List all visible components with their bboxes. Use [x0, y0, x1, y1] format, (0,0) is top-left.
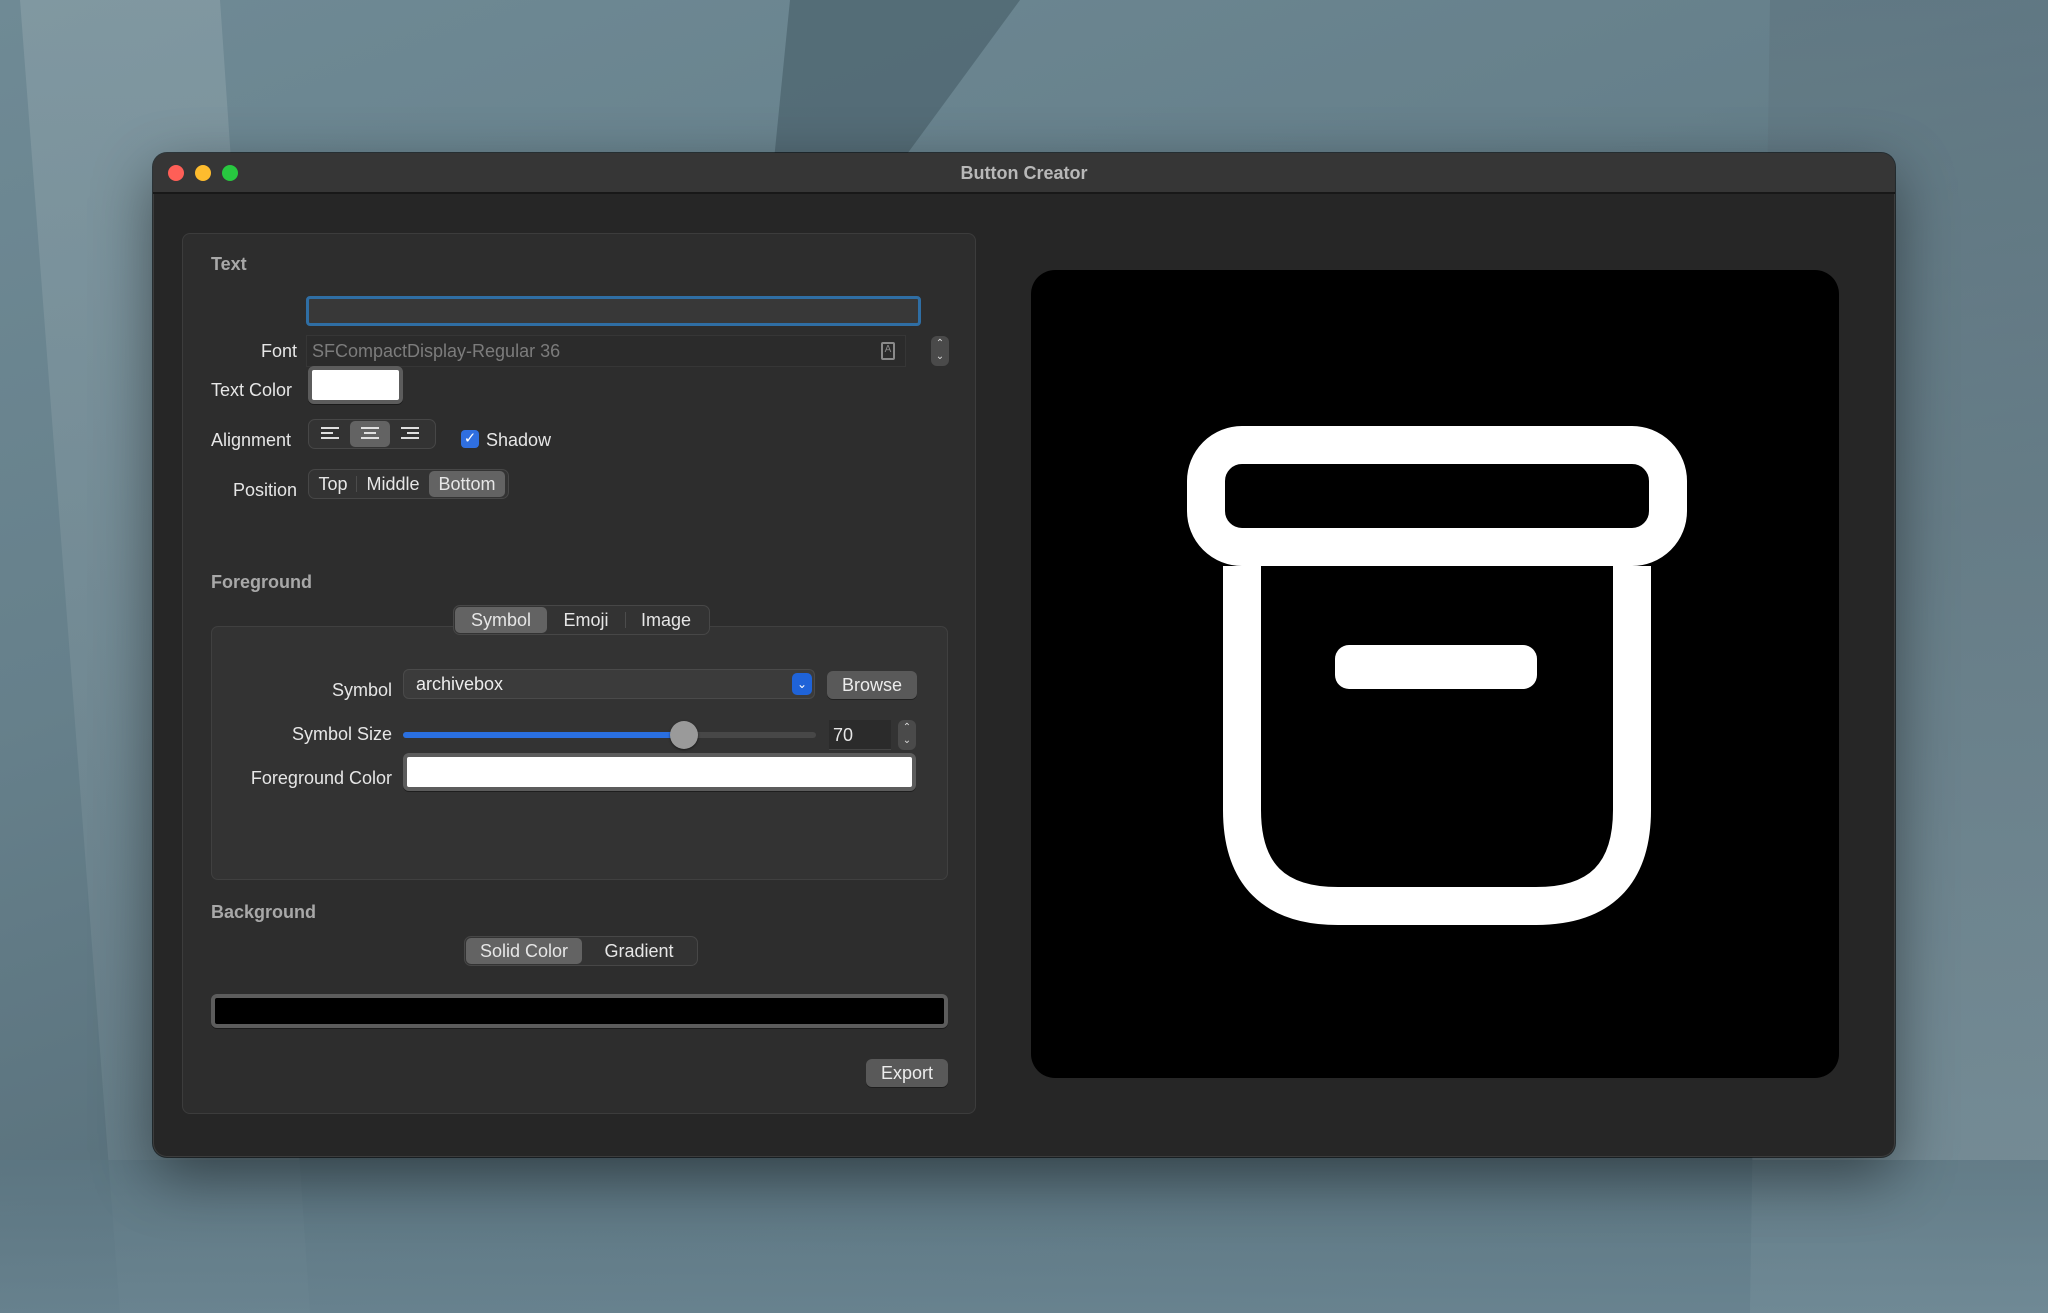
foreground-color-label: Foreground Color	[250, 768, 392, 788]
text-color-label: Text Color	[211, 380, 293, 400]
tab-image[interactable]: Image	[626, 607, 706, 633]
position-label: Position	[232, 480, 297, 500]
font-book-icon[interactable]: A	[881, 342, 895, 360]
text-input[interactable]	[306, 296, 921, 326]
align-center-button[interactable]	[350, 421, 390, 447]
tab-solid-color[interactable]: Solid Color	[466, 938, 582, 964]
position-middle-button[interactable]: Middle	[357, 471, 429, 497]
foreground-section-heading: Foreground	[211, 572, 312, 592]
align-right-button[interactable]	[390, 421, 430, 447]
settings-panel: Text Font SFCompactDisplay-Regular 36 A …	[182, 233, 976, 1114]
position-top-button[interactable]: Top	[310, 471, 356, 497]
chevron-down-icon: ⌄	[792, 673, 812, 695]
background-tabs[interactable]: Solid Color Gradient	[464, 936, 698, 966]
position-bottom-button[interactable]: Bottom	[429, 471, 505, 497]
export-button[interactable]: Export	[866, 1059, 948, 1087]
foreground-color-well[interactable]	[403, 753, 916, 791]
foreground-group-box: Symbol archivebox ⌄ Browse Symbol Size 7…	[211, 626, 948, 880]
symbol-size-slider[interactable]	[403, 721, 816, 749]
symbol-size-field[interactable]: 70	[829, 720, 891, 750]
stepper-up-icon[interactable]: ⌃	[898, 721, 916, 734]
font-field[interactable]: SFCompactDisplay-Regular 36 A	[306, 335, 906, 367]
wallpaper-shape	[0, 1160, 2048, 1313]
stepper-down-icon[interactable]: ⌄	[898, 734, 916, 747]
slider-knob[interactable]	[669, 721, 698, 749]
title-bar[interactable]: Button Creator	[153, 153, 1895, 194]
background-color-well[interactable]	[211, 994, 948, 1028]
archivebox-icon	[1187, 426, 1687, 925]
align-center-icon	[361, 427, 379, 441]
align-right-icon	[401, 427, 419, 441]
symbol-label: Symbol	[331, 680, 392, 700]
foreground-tabs[interactable]: Symbol Emoji Image	[453, 605, 710, 635]
checkmark-icon: ✓	[463, 430, 477, 447]
stepper-up-icon[interactable]: ⌃	[931, 337, 949, 350]
text-section-heading: Text	[211, 254, 247, 274]
app-window: Button Creator Text Font SFCompactDispla…	[153, 153, 1895, 1157]
background-section-heading: Background	[211, 902, 317, 922]
align-left-icon	[321, 427, 339, 441]
font-value: SFCompactDisplay-Regular 36	[312, 341, 561, 361]
shadow-label[interactable]: Shadow	[486, 430, 551, 451]
tab-gradient[interactable]: Gradient	[582, 938, 696, 964]
tab-symbol[interactable]: Symbol	[455, 607, 547, 633]
text-color-well[interactable]	[308, 366, 403, 404]
stepper-down-icon[interactable]: ⌄	[931, 350, 949, 363]
font-size-stepper[interactable]: ⌃ ⌄	[931, 336, 949, 366]
browse-button[interactable]: Browse	[827, 671, 917, 699]
align-left-button[interactable]	[310, 421, 350, 447]
position-segmented-control[interactable]: Top Middle Bottom	[308, 469, 509, 499]
tab-emoji[interactable]: Emoji	[547, 607, 625, 633]
symbol-size-stepper[interactable]: ⌃ ⌄	[898, 720, 916, 750]
font-label: Font	[260, 341, 297, 361]
slider-fill	[403, 732, 684, 738]
symbol-size-label: Symbol Size	[291, 724, 392, 744]
button-preview	[1031, 270, 1839, 1078]
alignment-segmented-control[interactable]	[308, 419, 436, 449]
symbol-value: archivebox	[416, 674, 504, 694]
window-title: Button Creator	[960, 163, 1088, 183]
shadow-checkbox[interactable]: ✓	[461, 430, 479, 448]
alignment-label: Alignment	[211, 430, 292, 450]
symbol-popup[interactable]: archivebox ⌄	[403, 669, 815, 699]
